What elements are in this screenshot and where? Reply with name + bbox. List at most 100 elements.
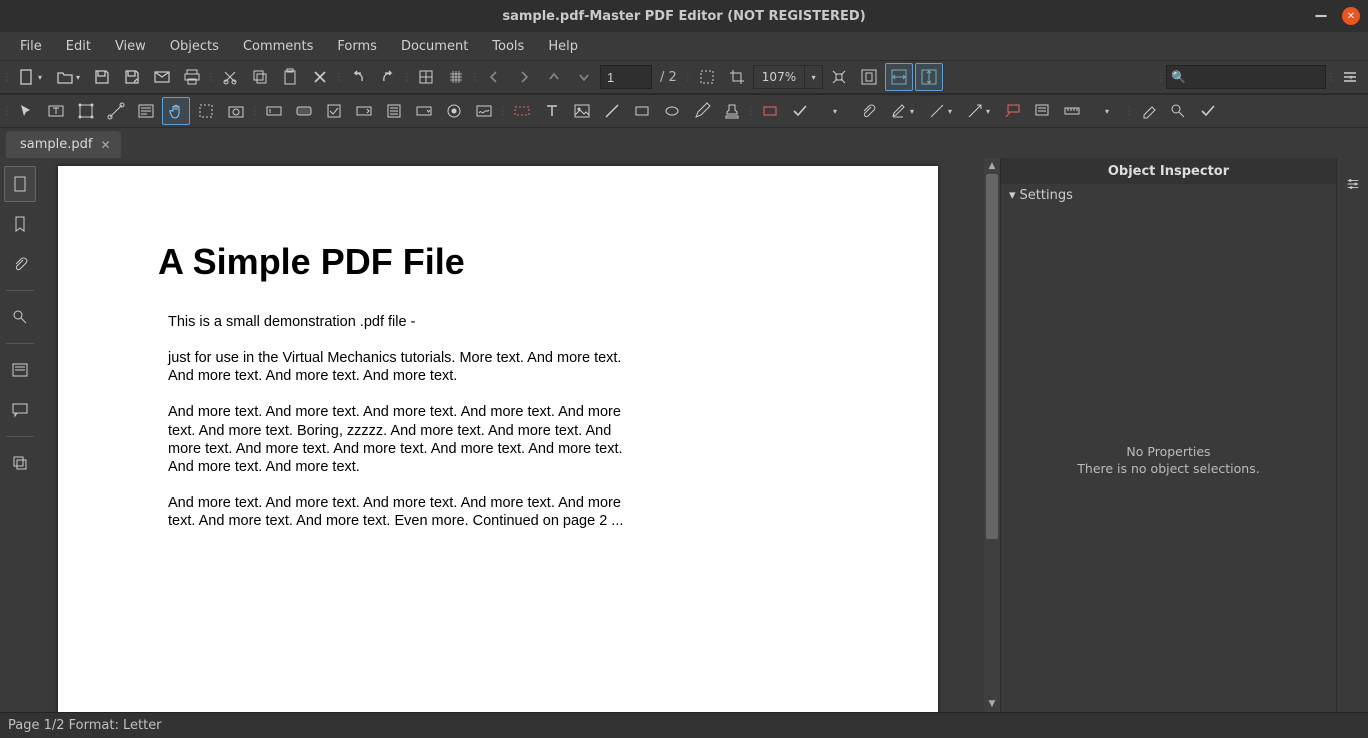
checkmark-dropdown[interactable]: ▾ bbox=[816, 97, 852, 125]
button-field-button[interactable] bbox=[290, 97, 318, 125]
rect-tool-button[interactable] bbox=[628, 97, 656, 125]
fit-width-button[interactable] bbox=[885, 63, 913, 91]
scroll-down-icon[interactable]: ▼ bbox=[984, 696, 1000, 712]
email-button[interactable] bbox=[148, 63, 176, 91]
snap-button[interactable] bbox=[442, 63, 470, 91]
menu-help[interactable]: Help bbox=[536, 35, 590, 58]
select-tool-button[interactable] bbox=[12, 97, 40, 125]
scroll-thumb[interactable] bbox=[986, 174, 998, 539]
grid-button[interactable] bbox=[412, 63, 440, 91]
document-tab[interactable]: sample.pdf ✕ bbox=[6, 131, 121, 158]
find-replace-button[interactable] bbox=[1164, 97, 1192, 125]
dropdown-field-button[interactable] bbox=[410, 97, 438, 125]
grip-icon: ⋮ bbox=[336, 65, 342, 89]
text-field-button[interactable] bbox=[260, 97, 288, 125]
page-canvas[interactable]: A Simple PDF File This is a small demons… bbox=[40, 158, 984, 712]
eraser-button[interactable] bbox=[1134, 97, 1162, 125]
menu-file[interactable]: File bbox=[8, 35, 54, 58]
delete-button[interactable] bbox=[306, 63, 334, 91]
pencil-tool-button[interactable] bbox=[688, 97, 716, 125]
copy-button[interactable] bbox=[246, 63, 274, 91]
minimize-icon[interactable] bbox=[1314, 9, 1328, 23]
highlight-rect-button[interactable] bbox=[756, 97, 784, 125]
fit-height-button[interactable] bbox=[915, 63, 943, 91]
menu-forms[interactable]: Forms bbox=[325, 35, 389, 58]
chevron-down-icon[interactable]: ▾ bbox=[804, 66, 822, 88]
next-view-button[interactable] bbox=[570, 63, 598, 91]
ellipse-tool-button[interactable] bbox=[658, 97, 686, 125]
menu-view[interactable]: View bbox=[103, 35, 158, 58]
prev-page-button[interactable] bbox=[480, 63, 508, 91]
select-area-button[interactable] bbox=[192, 97, 220, 125]
measure-dropdown[interactable]: ▾ bbox=[1088, 97, 1124, 125]
menu-document[interactable]: Document bbox=[389, 35, 480, 58]
edit-vector-button[interactable] bbox=[102, 97, 130, 125]
callout-button[interactable] bbox=[998, 97, 1026, 125]
highlighter-button[interactable]: ▾ bbox=[884, 97, 920, 125]
radio-field-button[interactable] bbox=[440, 97, 468, 125]
combo-field-button[interactable] bbox=[350, 97, 378, 125]
close-icon[interactable]: ✕ bbox=[1342, 7, 1360, 25]
cut-button[interactable] bbox=[216, 63, 244, 91]
menu-objects[interactable]: Objects bbox=[158, 35, 231, 58]
snapshot-button[interactable] bbox=[222, 97, 250, 125]
edit-text-button[interactable] bbox=[42, 97, 70, 125]
comments-panel-button[interactable] bbox=[4, 392, 36, 428]
checkbox-field-button[interactable] bbox=[320, 97, 348, 125]
zoom-marquee-button[interactable] bbox=[693, 63, 721, 91]
search-input[interactable] bbox=[1190, 70, 1345, 84]
status-text: Page 1/2 Format: Letter bbox=[8, 718, 162, 733]
save-button[interactable] bbox=[88, 63, 116, 91]
fit-page-button[interactable] bbox=[855, 63, 883, 91]
search-box[interactable]: 🔍 ▾ bbox=[1166, 65, 1326, 89]
menu-comments[interactable]: Comments bbox=[231, 35, 325, 58]
menu-edit[interactable]: Edit bbox=[54, 35, 103, 58]
edit-form-button[interactable] bbox=[132, 97, 160, 125]
inspector-section-header[interactable]: ▾ Settings bbox=[1001, 184, 1336, 207]
apply-button[interactable] bbox=[1194, 97, 1222, 125]
prev-view-button[interactable] bbox=[540, 63, 568, 91]
print-button[interactable] bbox=[178, 63, 206, 91]
list-field-button[interactable] bbox=[380, 97, 408, 125]
arrow-annot-button[interactable]: ▾ bbox=[960, 97, 996, 125]
edit-object-button[interactable] bbox=[72, 97, 100, 125]
zoom-select[interactable]: 107% ▾ bbox=[753, 65, 823, 89]
measure-button[interactable] bbox=[1058, 97, 1086, 125]
signature-field-button[interactable] bbox=[470, 97, 498, 125]
actual-size-button[interactable] bbox=[825, 63, 853, 91]
panel-toggle-button[interactable] bbox=[1336, 63, 1364, 91]
tab-close-icon[interactable]: ✕ bbox=[100, 138, 110, 152]
attachments-panel-button[interactable] bbox=[4, 246, 36, 282]
bookmarks-panel-button[interactable] bbox=[4, 206, 36, 242]
hand-tool-button[interactable] bbox=[162, 97, 190, 125]
open-button[interactable]: ▾ bbox=[50, 63, 86, 91]
scroll-track[interactable] bbox=[984, 174, 1000, 696]
paste-button[interactable] bbox=[276, 63, 304, 91]
redo-button[interactable] bbox=[374, 63, 402, 91]
fields-panel-button[interactable] bbox=[4, 352, 36, 388]
page-number-input[interactable] bbox=[600, 65, 652, 89]
checkmark-button[interactable] bbox=[786, 97, 814, 125]
line-tool-button[interactable] bbox=[598, 97, 626, 125]
new-button[interactable]: ▾ bbox=[12, 63, 48, 91]
vertical-scrollbar[interactable]: ▲ ▼ bbox=[984, 158, 1000, 712]
undo-button[interactable] bbox=[344, 63, 372, 91]
note-button[interactable] bbox=[1028, 97, 1056, 125]
properties-toggle-button[interactable] bbox=[1337, 166, 1368, 202]
link-button[interactable] bbox=[508, 97, 536, 125]
image-tool-button[interactable] bbox=[568, 97, 596, 125]
separator bbox=[6, 343, 34, 344]
layers-panel-button[interactable] bbox=[4, 445, 36, 481]
menu-tools[interactable]: Tools bbox=[480, 35, 536, 58]
search-panel-button[interactable] bbox=[4, 299, 36, 335]
text-tool-button[interactable] bbox=[538, 97, 566, 125]
line-annot-button[interactable]: ▾ bbox=[922, 97, 958, 125]
scroll-up-icon[interactable]: ▲ bbox=[984, 158, 1000, 174]
grip-icon: ⋮ bbox=[404, 65, 410, 89]
crop-button[interactable] bbox=[723, 63, 751, 91]
save-as-button[interactable] bbox=[118, 63, 146, 91]
next-page-button[interactable] bbox=[510, 63, 538, 91]
stamp-tool-button[interactable] bbox=[718, 97, 746, 125]
attachment-button[interactable] bbox=[854, 97, 882, 125]
pages-panel-button[interactable] bbox=[4, 166, 36, 202]
